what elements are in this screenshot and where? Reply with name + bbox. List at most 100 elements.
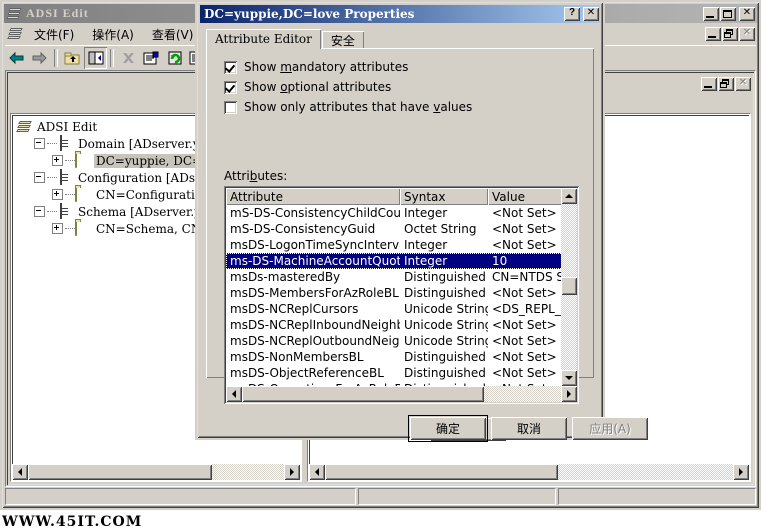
tab-attribute-editor[interactable]: Attribute Editor xyxy=(206,29,321,49)
result-scroll-left-button[interactable] xyxy=(309,464,325,480)
menu-file[interactable]: 文件(F) xyxy=(25,24,83,45)
status-pane-1 xyxy=(5,488,356,505)
show-mandatory-attributes-checkbox[interactable] xyxy=(224,60,237,74)
properties-icon[interactable] xyxy=(140,47,163,69)
show-optional-attributes-checkbox[interactable] xyxy=(224,80,237,94)
attributes-scroll-down-button[interactable] xyxy=(561,370,577,386)
apply-button[interactable]: 应用(A) xyxy=(572,417,648,440)
attribute-name: mS-DS-ConsistencyChildCount xyxy=(230,206,400,220)
attribute-name: msDs-masteredBy xyxy=(230,270,341,284)
attributes-vscroll-track[interactable] xyxy=(561,204,577,370)
mdi-close-button[interactable]: ✕ xyxy=(735,77,751,91)
attribute-name: msDS-NCReplInboundNeighbors xyxy=(230,318,400,332)
attribute-syntax: Unicode String xyxy=(404,302,488,316)
mdi-restore-button[interactable] xyxy=(718,77,734,91)
tree-connector xyxy=(47,176,57,179)
tree-connector xyxy=(65,227,75,230)
column-header-attribute[interactable]: Attribute xyxy=(226,188,400,205)
attributes-vertical-scrollbar[interactable] xyxy=(561,188,577,386)
show-only-valued-attributes-row[interactable]: Show only attributes that have values xyxy=(224,97,594,117)
ok-button[interactable]: 确定 xyxy=(408,415,488,442)
attribute-row[interactable]: ms-DS-MachineAccountQuota Integer 10 xyxy=(226,253,577,269)
attribute-syntax: Unicode String xyxy=(404,318,488,332)
menu-app-icon xyxy=(7,27,23,41)
server-icon xyxy=(57,169,73,185)
cancel-button[interactable]: 取消 xyxy=(491,417,567,440)
folder-icon xyxy=(75,220,91,236)
show-only-valued-attributes-checkbox[interactable] xyxy=(224,100,237,114)
expand-icon[interactable] xyxy=(52,223,63,234)
tab-security[interactable]: 安全 xyxy=(321,31,364,49)
dialog-close-button[interactable]: ✕ xyxy=(583,7,599,21)
result-horizontal-scrollbar[interactable] xyxy=(309,464,749,480)
tab-strip: Attribute Editor 安全 xyxy=(206,29,594,49)
attributes-vscroll-thumb[interactable] xyxy=(561,277,577,296)
status-pane-3 xyxy=(557,488,756,505)
tree-scroll-right-button[interactable] xyxy=(284,464,300,480)
show-mandatory-attributes-label: Show mandatory attributes xyxy=(244,60,409,74)
show-hide-console-tree-icon[interactable] xyxy=(84,47,107,69)
collapse-icon[interactable] xyxy=(34,206,45,217)
result-scroll-thumb[interactable] xyxy=(325,464,558,480)
result-scroll-track[interactable] xyxy=(325,464,733,480)
attribute-row[interactable]: msDS-NCReplOutboundNeigh... Unicode Strin… xyxy=(226,333,577,349)
expand-icon[interactable] xyxy=(52,155,63,166)
tree-scroll-track[interactable] xyxy=(28,464,284,480)
attributes-hscroll-left-button[interactable] xyxy=(226,386,242,402)
folder-icon xyxy=(75,186,91,202)
attribute-syntax: Distinguished ... xyxy=(404,286,488,300)
attribute-row[interactable]: msDS-NonMembersBLDistinguished ...<Not S… xyxy=(226,349,577,365)
mdi-minimize-button[interactable] xyxy=(701,77,717,91)
menu-action[interactable]: 操作(A) xyxy=(83,24,143,45)
attribute-row[interactable]: msDS-LogonTimeSyncInterval Integer <Not Se… xyxy=(226,237,577,253)
mdi-menu-restore-button[interactable] xyxy=(722,27,738,41)
maximize-button[interactable] xyxy=(720,6,736,21)
forward-icon[interactable] xyxy=(28,47,51,69)
attribute-row[interactable]: mS-DS-ConsistencyGuid Octet String <Not Se… xyxy=(226,221,577,237)
tree-connector xyxy=(47,142,57,145)
attributes-hscroll-right-button[interactable] xyxy=(561,386,577,402)
attribute-syntax: Octet String xyxy=(404,222,477,236)
attribute-row[interactable]: msDS-NCReplCursors Unicode String <DS_REPL… xyxy=(226,301,577,317)
mdi-menu-close-button[interactable]: ✕ xyxy=(739,27,755,41)
show-mandatory-attributes-row[interactable]: Show mandatory attributes xyxy=(224,57,594,77)
back-icon[interactable] xyxy=(5,47,28,69)
menu-view[interactable]: 查看(V) xyxy=(143,24,203,45)
properties-dialog: DC=yuppie,DC=love Properties ? ✕ Attribu… xyxy=(195,0,648,442)
refresh-icon[interactable] xyxy=(163,47,186,69)
toolbar-separator-2 xyxy=(110,49,114,67)
attribute-name: msDS-MembersForAzRoleBL xyxy=(230,286,399,300)
attributes-hscroll-thumb[interactable] xyxy=(242,386,485,402)
status-pane-2 xyxy=(357,488,556,505)
result-scroll-right-button[interactable] xyxy=(733,464,749,480)
expand-icon[interactable] xyxy=(52,189,63,200)
tree-horizontal-scrollbar[interactable] xyxy=(12,464,300,480)
collapse-icon[interactable] xyxy=(34,172,45,183)
attribute-row[interactable]: msDs-masteredByDistinguished ...CN=NTDS … xyxy=(226,269,577,285)
tree-scroll-thumb[interactable] xyxy=(28,464,213,480)
tree-scroll-left-button[interactable] xyxy=(12,464,28,480)
mdi-menu-minimize-button[interactable] xyxy=(705,27,721,41)
delete-icon[interactable] xyxy=(117,47,140,69)
dialog-titlebar[interactable]: DC=yuppie,DC=love Properties ? ✕ xyxy=(200,5,600,23)
column-header-syntax[interactable]: Syntax xyxy=(400,188,488,205)
minimize-button[interactable] xyxy=(703,6,719,21)
attribute-row[interactable]: mS-DS-ConsistencyChildCount Integer <Not S… xyxy=(226,205,577,221)
attributes-rows[interactable]: mS-DS-ConsistencyChildCount Integer <Not S… xyxy=(226,205,577,402)
attribute-row[interactable]: msDS-ObjectReferenceBLDistinguished ...<… xyxy=(226,365,577,381)
show-optional-attributes-row[interactable]: Show optional attributes xyxy=(224,77,594,97)
folder-icon xyxy=(75,152,91,168)
server-icon xyxy=(57,203,73,219)
help-button[interactable]: ? xyxy=(564,7,580,21)
attribute-syntax: Integer xyxy=(404,254,448,268)
up-one-level-icon[interactable] xyxy=(61,47,84,69)
attributes-hscroll-track[interactable] xyxy=(242,386,561,402)
attributes-horizontal-scrollbar[interactable] xyxy=(226,386,577,402)
collapse-icon[interactable] xyxy=(34,138,45,149)
attributes-listview[interactable]: Attribute Syntax Value mS-DS-Consistency… xyxy=(224,186,579,404)
adsi-icon xyxy=(16,120,32,134)
attribute-row[interactable]: msDS-NCReplInboundNeighbors Unicode Strin… xyxy=(226,317,577,333)
close-button[interactable]: ✕ xyxy=(739,6,755,21)
attribute-row[interactable]: msDS-MembersForAzRoleBL Distinguished ...… xyxy=(226,285,577,301)
attributes-scroll-up-button[interactable] xyxy=(561,188,577,204)
